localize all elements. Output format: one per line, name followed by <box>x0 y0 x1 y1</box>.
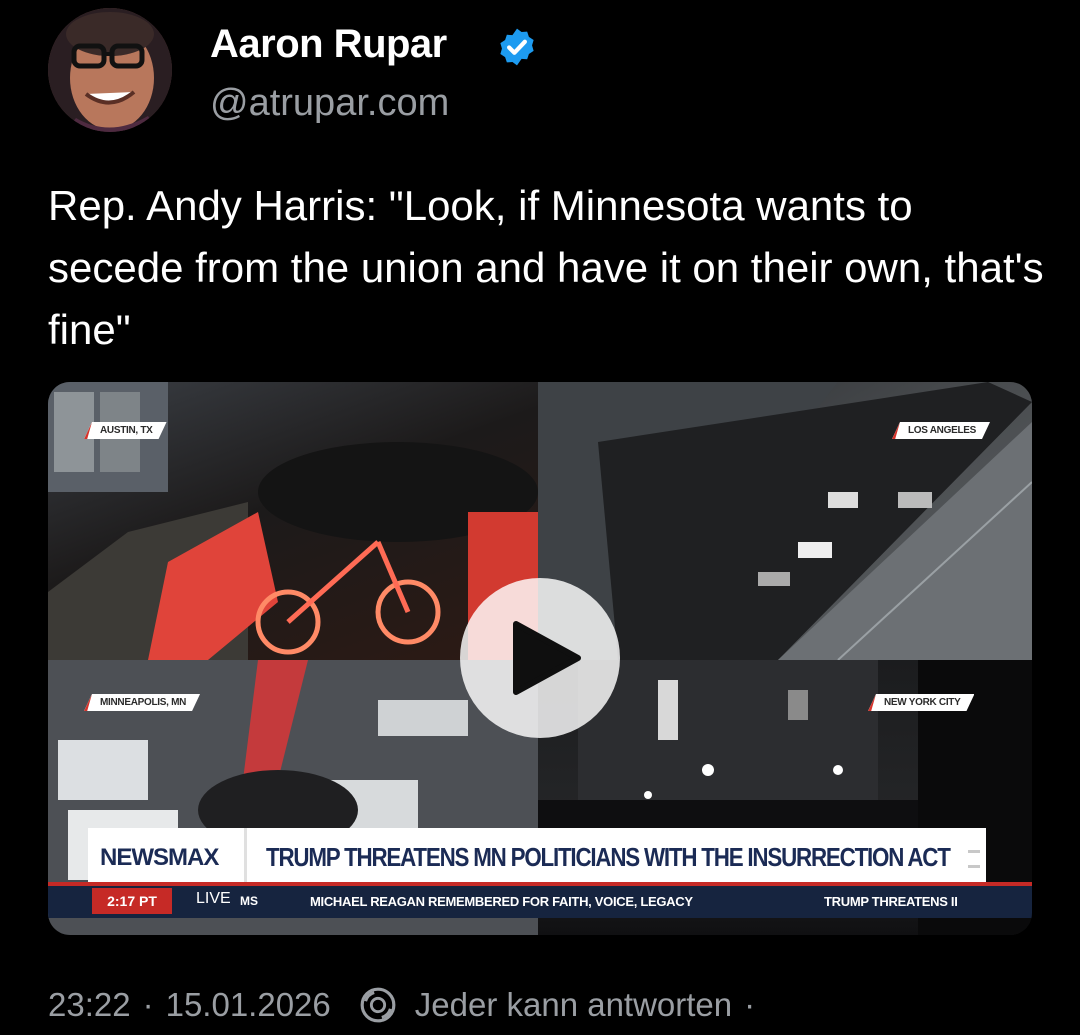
post-date[interactable]: 15.01.2026 <box>166 986 331 1024</box>
author-handle[interactable]: @atrupar.com <box>210 82 449 125</box>
post-time[interactable]: 23:22 <box>48 986 131 1024</box>
video-quadrant-austin: AUSTIN, TX <box>48 382 538 660</box>
network-logo-box: NEWSMAX <box>88 828 247 888</box>
reply-setting[interactable]: Jeder kann antworten <box>415 986 732 1024</box>
broadcast-live-label: LIVE <box>196 890 231 907</box>
network-logo: NEWSMAX <box>100 844 219 871</box>
broadcast-ticker-fragment: MS <box>240 894 258 908</box>
location-label-new-york: NEW YORK CITY <box>868 694 974 711</box>
location-label-austin: AUSTIN, TX <box>84 422 167 439</box>
broadcast-ticker-text: MICHAEL REAGAN REMEMBERED FOR FAITH, VOI… <box>310 894 693 909</box>
post-text: Rep. Andy Harris: "Look, if Minnesota wa… <box>48 182 1044 353</box>
meta-separator-trailing: · <box>744 986 756 1023</box>
broadcast-ticker-next: TRUMP THREATENS II <box>824 894 958 909</box>
location-label-minneapolis: MINNEAPOLIS, MN <box>84 694 200 711</box>
avatar[interactable] <box>48 8 172 132</box>
broadcast-time: 2:17 PT <box>92 888 172 914</box>
broadcast-headline-bar: NEWSMAX TRUMP THREATENS MN POLITICIANS W… <box>88 828 986 888</box>
broadcast-headline: TRUMP THREATENS MN POLITICIANS WITH THE … <box>266 842 951 872</box>
play-button[interactable] <box>460 578 620 738</box>
meta-separator: · <box>142 986 154 1023</box>
video-quadrant-los-angeles: LOS ANGELES <box>538 382 1032 660</box>
author-name[interactable]: Aaron Rupar <box>210 22 447 67</box>
verified-badge-icon <box>500 28 534 66</box>
video-player[interactable]: AUSTIN, TX LOS ANGELES MINNEAPOLIS, MN N… <box>48 382 1032 935</box>
reply-settings-icon <box>360 987 396 1023</box>
menu-lines-icon <box>968 850 980 868</box>
post-meta: 23:22 · 15.01.2026 Jeder kann antworten … <box>48 986 755 1024</box>
play-icon <box>513 621 581 695</box>
location-label-los-angeles: LOS ANGELES <box>892 422 990 439</box>
